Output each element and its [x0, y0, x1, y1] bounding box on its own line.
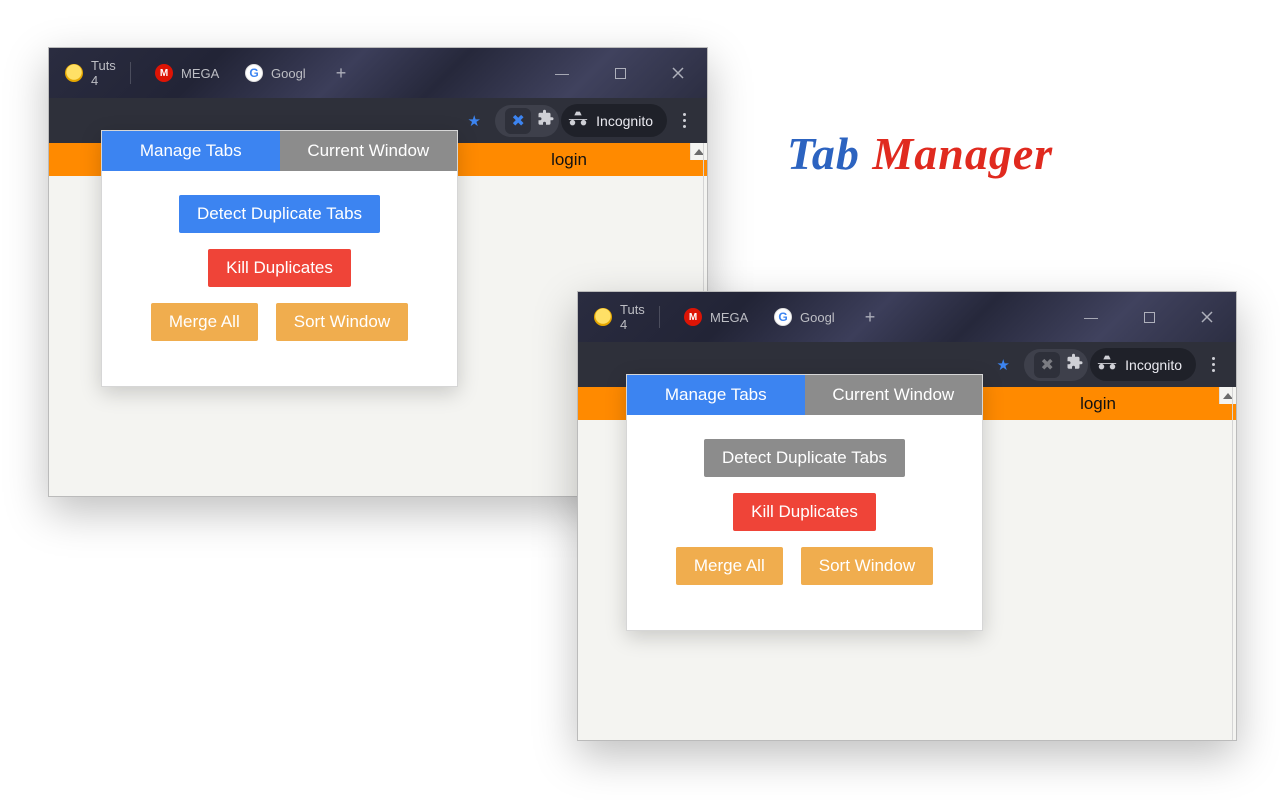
brand-title: Tab Manager	[787, 127, 1053, 180]
merge-all-button[interactable]: Merge All	[676, 547, 783, 585]
close-icon	[672, 67, 684, 79]
brand-word-1: Tab	[787, 128, 860, 179]
browser-tab-tuts4[interactable]: Tuts 4	[582, 300, 672, 334]
tab-current-window[interactable]: Current Window	[280, 131, 458, 171]
window-controls: —	[533, 48, 707, 98]
minimize-button[interactable]: —	[533, 48, 591, 98]
puzzle-icon	[1066, 353, 1084, 371]
close-icon	[1201, 311, 1213, 323]
maximize-icon	[1144, 312, 1155, 323]
bookmark-star-button[interactable]: ★	[455, 106, 493, 136]
browser-tab-tuts4[interactable]: Tuts 4	[53, 56, 143, 90]
maximize-button[interactable]	[591, 48, 649, 98]
incognito-indicator[interactable]: Incognito	[1090, 348, 1196, 381]
smiley-icon	[594, 308, 612, 326]
maximize-button[interactable]	[1120, 292, 1178, 342]
extensions-button[interactable]	[1066, 353, 1084, 376]
browser-tab-mega[interactable]: M MEGA	[672, 300, 762, 334]
tab-manage-tabs[interactable]: Manage Tabs	[102, 131, 280, 171]
plus-icon: +	[865, 307, 876, 328]
tab-label: MEGA	[710, 310, 748, 325]
login-link[interactable]: login	[551, 150, 587, 170]
detect-duplicates-button[interactable]: Detect Duplicate Tabs	[704, 439, 905, 477]
incognito-icon	[1096, 352, 1118, 377]
close-button[interactable]	[1178, 292, 1236, 342]
google-icon: G	[774, 308, 792, 326]
tab-label: Tuts 4	[620, 302, 647, 332]
tabmanager-extension-button[interactable]: ✖	[505, 108, 531, 134]
extension-popup: Manage Tabs Current Window Detect Duplic…	[101, 130, 458, 387]
mega-icon: M	[155, 64, 173, 82]
minimize-icon: —	[555, 65, 569, 81]
page-content: login Manage Tabs Current Window Detect …	[578, 387, 1236, 740]
bookmark-star-button[interactable]: ★	[984, 350, 1022, 380]
incognito-label: Incognito	[1125, 357, 1182, 373]
tab-label: Tuts 4	[91, 58, 118, 88]
tab-strip: Tuts 4 M MEGA G Googl + —	[578, 292, 1236, 342]
smiley-icon	[65, 64, 83, 82]
extension-x-icon: ✖	[1040, 355, 1053, 375]
tab-current-window[interactable]: Current Window	[805, 375, 983, 415]
merge-all-button[interactable]: Merge All	[151, 303, 258, 341]
kebab-menu-button[interactable]	[669, 106, 699, 136]
tab-label: Googl	[271, 66, 306, 81]
popup-tabs: Manage Tabs Current Window	[102, 131, 457, 171]
login-link[interactable]: login	[1080, 394, 1116, 414]
tab-label: Googl	[800, 310, 835, 325]
browser-window-2: Tuts 4 M MEGA G Googl + —	[577, 291, 1237, 741]
sort-window-button[interactable]: Sort Window	[276, 303, 408, 341]
sort-window-button[interactable]: Sort Window	[801, 547, 933, 585]
scroll-up-button[interactable]	[1219, 387, 1236, 404]
extension-pill: ✖	[1024, 349, 1088, 381]
close-button[interactable]	[649, 48, 707, 98]
browser-tab-mega[interactable]: M MEGA	[143, 56, 233, 90]
detect-duplicates-button[interactable]: Detect Duplicate Tabs	[179, 195, 380, 233]
maximize-icon	[615, 68, 626, 79]
popup-body: Detect Duplicate Tabs Kill Duplicates Me…	[102, 171, 457, 386]
incognito-icon	[567, 108, 589, 133]
tab-label: MEGA	[181, 66, 219, 81]
minimize-icon: —	[1084, 309, 1098, 325]
popup-tabs: Manage Tabs Current Window	[627, 375, 982, 415]
new-tab-button[interactable]: +	[327, 59, 355, 87]
incognito-label: Incognito	[596, 113, 653, 129]
extension-pill: ✖	[495, 105, 559, 137]
kill-duplicates-button[interactable]: Kill Duplicates	[733, 493, 876, 531]
mega-icon: M	[684, 308, 702, 326]
incognito-indicator[interactable]: Incognito	[561, 104, 667, 137]
window-controls: —	[1062, 292, 1236, 342]
new-tab-button[interactable]: +	[856, 303, 884, 331]
minimize-button[interactable]: —	[1062, 292, 1120, 342]
brand-word-2: Manager	[872, 128, 1053, 179]
tabmanager-extension-button[interactable]: ✖	[1034, 352, 1060, 378]
kill-duplicates-button[interactable]: Kill Duplicates	[208, 249, 351, 287]
google-icon: G	[245, 64, 263, 82]
scroll-up-button[interactable]	[690, 143, 707, 160]
puzzle-icon	[537, 109, 555, 127]
tab-strip: Tuts 4 M MEGA G Googl + —	[49, 48, 707, 98]
extensions-button[interactable]	[537, 109, 555, 132]
tab-manage-tabs[interactable]: Manage Tabs	[627, 375, 805, 415]
plus-icon: +	[336, 63, 347, 84]
star-icon: ★	[467, 112, 480, 130]
browser-tab-google[interactable]: G Googl	[233, 56, 323, 90]
extension-x-icon: ✖	[511, 111, 524, 131]
scrollbar-track[interactable]	[1232, 387, 1233, 740]
star-icon: ★	[996, 356, 1009, 374]
extension-popup: Manage Tabs Current Window Detect Duplic…	[626, 374, 983, 631]
browser-tab-google[interactable]: G Googl	[762, 300, 852, 334]
kebab-menu-button[interactable]	[1198, 350, 1228, 380]
popup-body: Detect Duplicate Tabs Kill Duplicates Me…	[627, 415, 982, 630]
